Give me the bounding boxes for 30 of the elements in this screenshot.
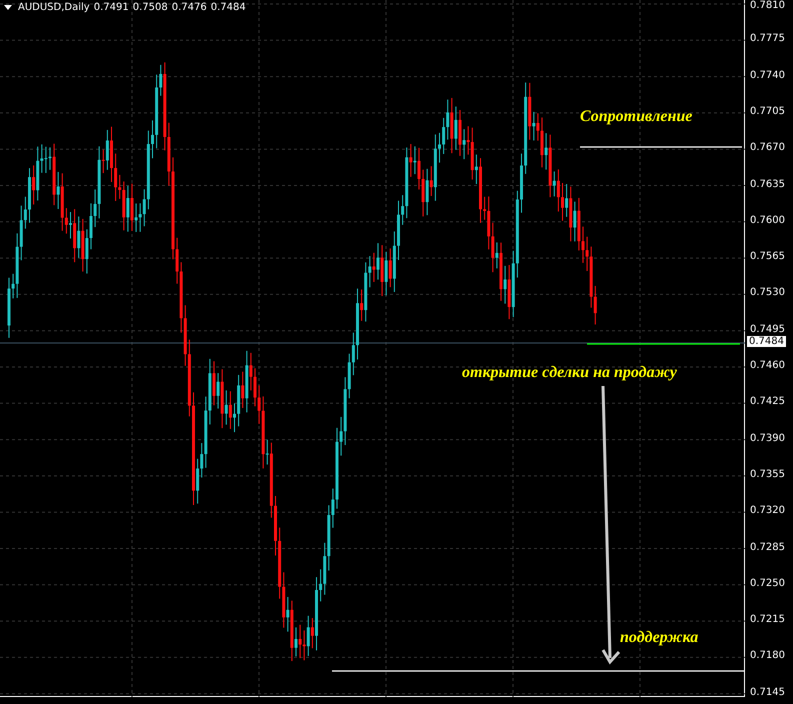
price-tick-label: 0.7390	[750, 432, 785, 444]
price-value: 0.7491	[94, 2, 129, 13]
resistance-label: Сопротивление	[580, 108, 692, 126]
price-tick-label: 0.7425	[750, 396, 785, 408]
price-tick-label: 0.7460	[750, 360, 785, 371]
price-tick-label: 0.7530	[750, 287, 785, 298]
price-tick-label: 0.7145	[750, 686, 785, 698]
dropdown-triangle-icon[interactable]	[4, 5, 12, 10]
entry-label: открытие сделки на продажу	[462, 364, 677, 382]
price-tick-label: 0.7810	[750, 0, 785, 11]
price-tick-label: 0.7355	[750, 468, 785, 480]
price-tick-label: 0.7740	[750, 70, 785, 81]
price-value: 0.7484	[210, 2, 246, 13]
support-label: поддержка	[620, 629, 698, 647]
price-tick-label: 0.7215	[750, 614, 785, 626]
price-tick-label: 0.7600	[750, 214, 785, 226]
price-tick-label: 0.7285	[750, 542, 785, 552]
price-tick-label: 0.7635	[750, 178, 785, 190]
price-tick-label: 0.7495	[750, 324, 785, 335]
price-tick-label: 0.7565	[750, 251, 785, 262]
price-tick-label: 0.7250	[750, 578, 785, 589]
price-value: 0.7508	[132, 2, 168, 13]
price-tick-label: 0.7775	[750, 33, 785, 44]
current-price-label: 0.7484	[747, 336, 786, 347]
price-value: 0.7476	[172, 2, 207, 13]
price-tick-label: 0.7670	[750, 142, 785, 154]
symbol-label: AUDUSD,Daily	[18, 2, 90, 13]
price-tick-label: 0.7705	[750, 106, 785, 117]
price-tick-label: 0.7320	[750, 505, 785, 516]
price-tick-label: 0.7180	[750, 650, 785, 662]
